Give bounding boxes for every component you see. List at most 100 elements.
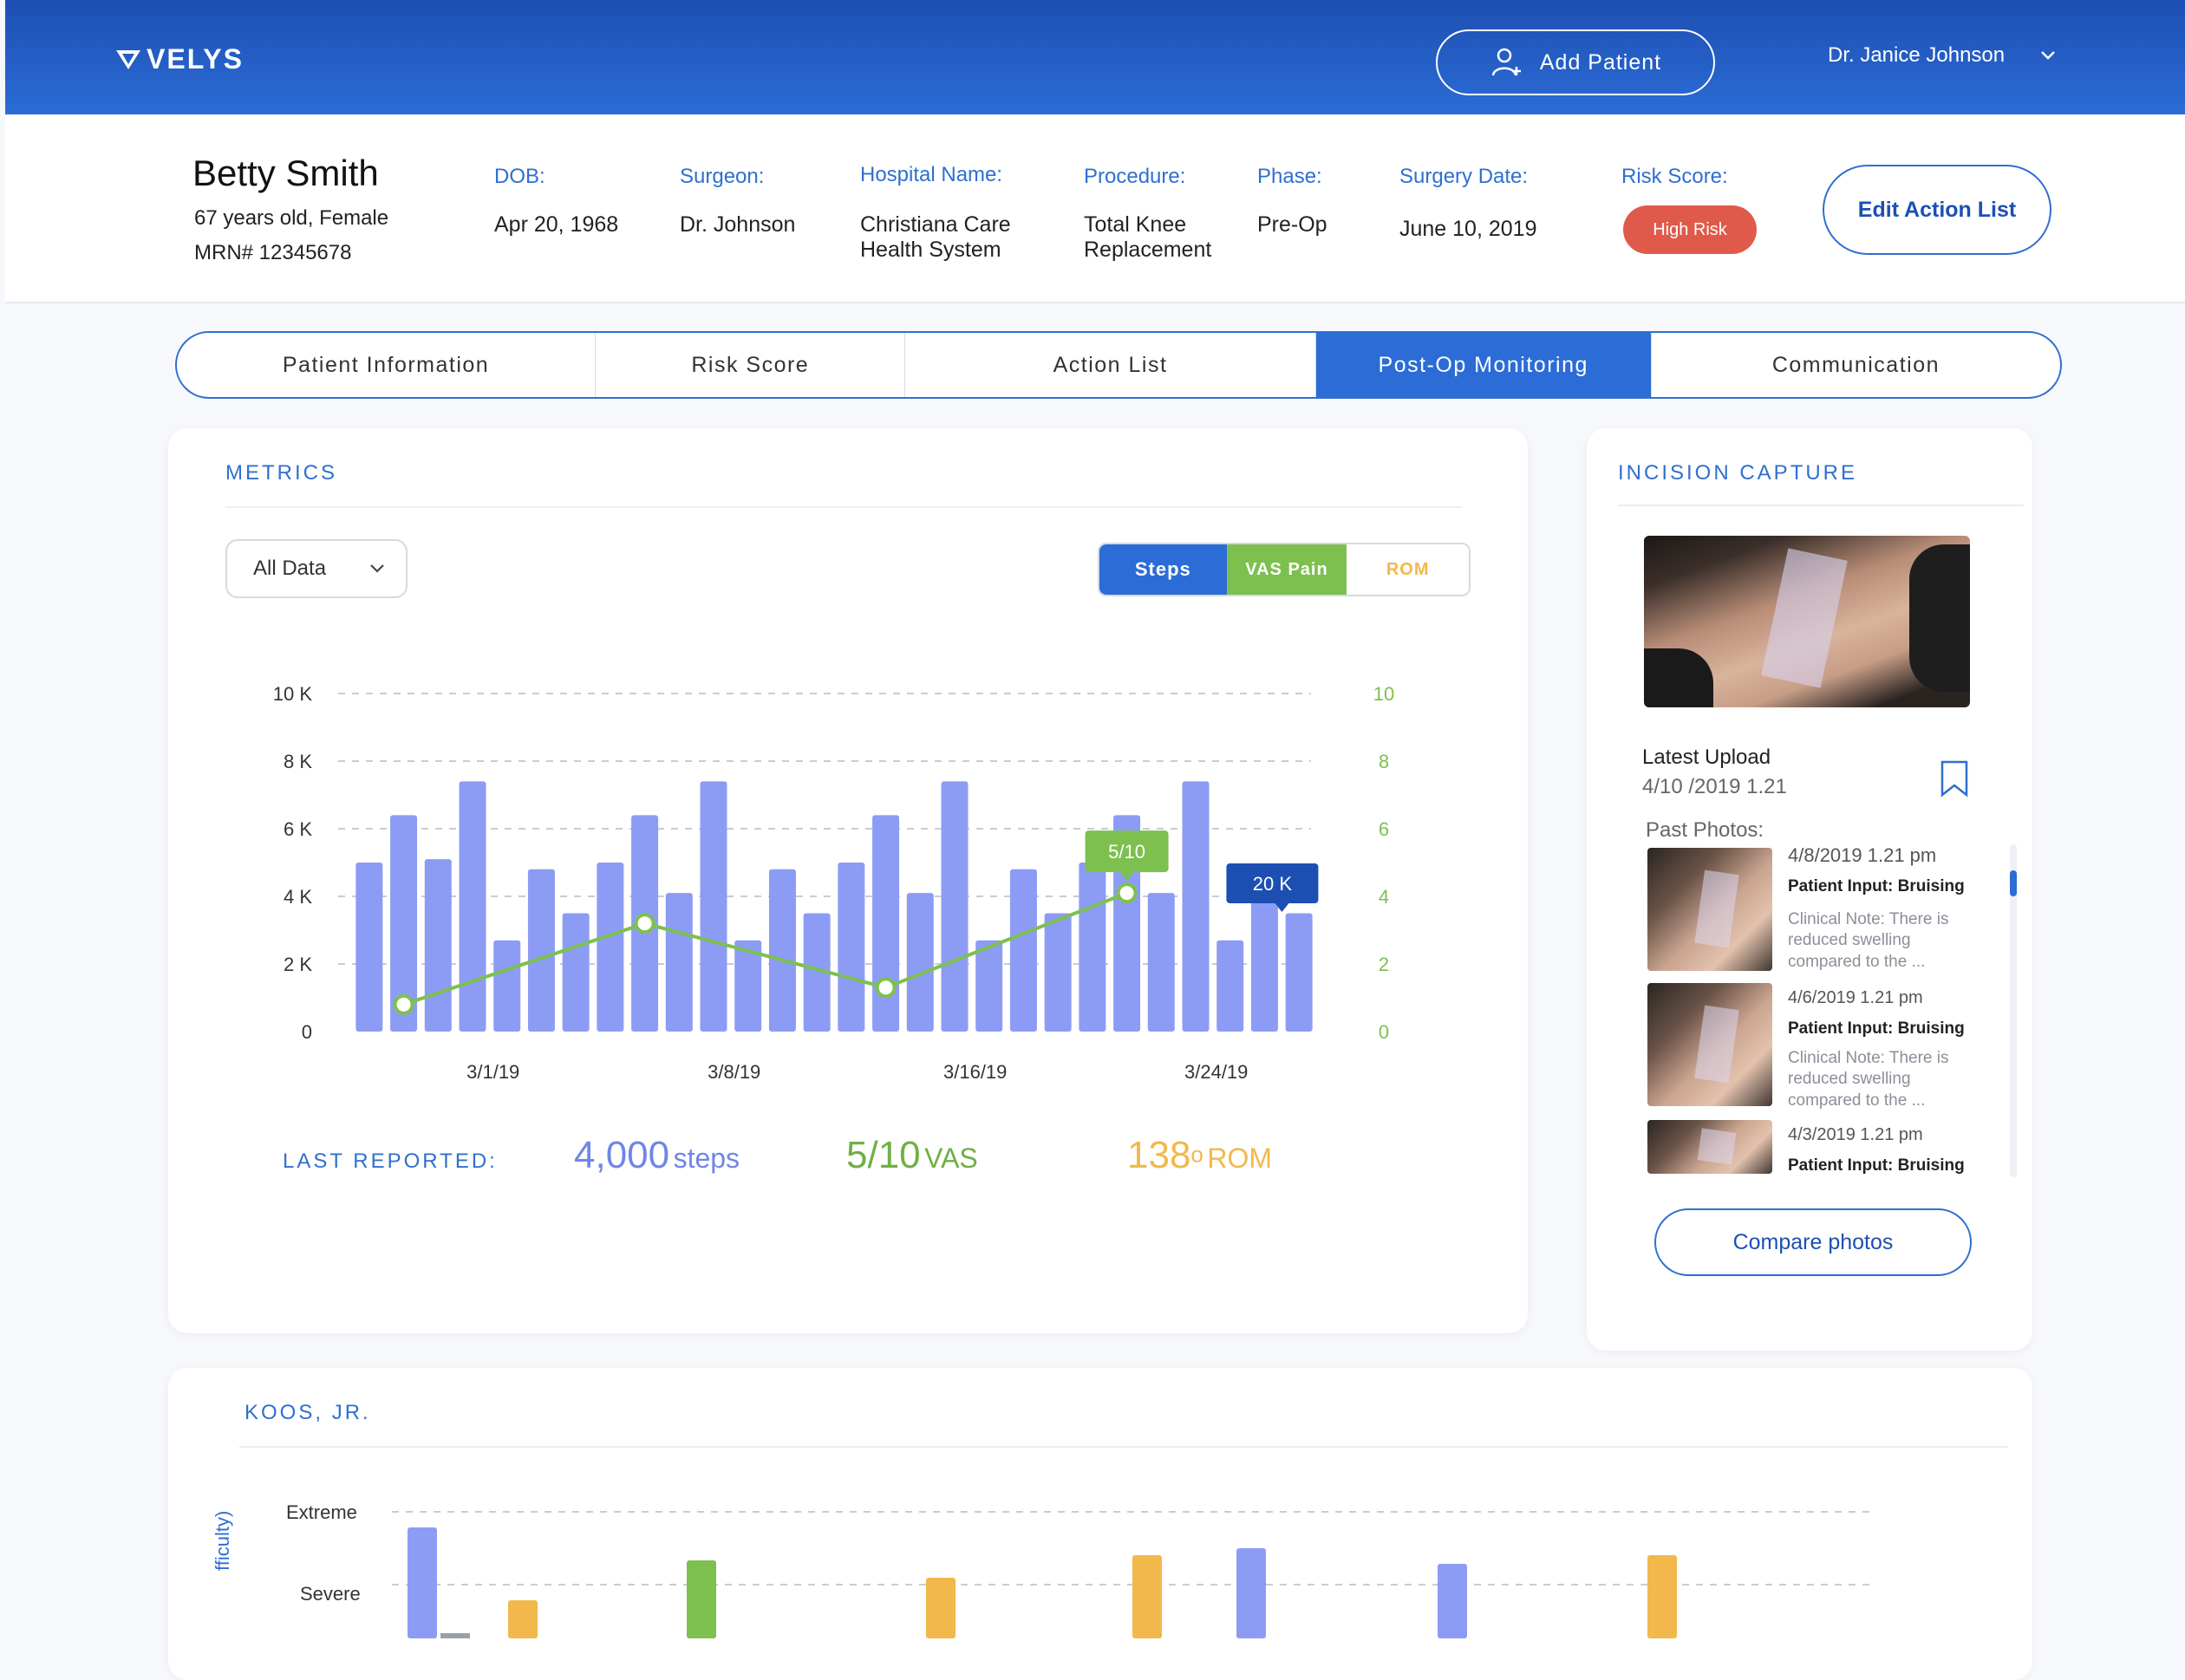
vas-pain-toggle[interactable]: VAS Pain: [1226, 544, 1347, 595]
past-photo-patient-input: Patient Input: Bruising: [1788, 1019, 1965, 1038]
steps-bar: [768, 869, 796, 1032]
logo-text: VELYS: [147, 43, 244, 75]
koos-bar: [1647, 1555, 1677, 1638]
vas-point: [634, 913, 656, 934]
koos-divider: [239, 1446, 2008, 1448]
steps-bar: [1216, 940, 1244, 1032]
hospital-value-line-2: Health System: [860, 238, 1001, 262]
tab-risk-score[interactable]: Risk Score: [596, 333, 906, 397]
steps-bar: [1079, 863, 1106, 1032]
steps-bar: [459, 781, 486, 1032]
koos-bar: [1438, 1564, 1467, 1638]
vas-point: [875, 977, 897, 999]
past-photo-thumbnail[interactable]: [1647, 848, 1772, 971]
degree-symbol: o: [1190, 1141, 1203, 1168]
past-photos-scrollbar[interactable]: [2010, 844, 2017, 1177]
patient-mrn: MRN# 12345678: [194, 241, 352, 264]
past-photo-date: 4/6/2019 1.21 pm: [1788, 988, 1923, 1007]
steps-bar: [424, 859, 452, 1032]
koos-bar: [408, 1527, 437, 1638]
koos-bar: [687, 1560, 716, 1638]
hospital-label: Hospital Name:: [860, 163, 1003, 186]
x-axis-tick-label: 3/24/19: [1184, 1061, 1248, 1083]
tab-action-list[interactable]: Action List: [905, 333, 1316, 397]
steps-bar: [1044, 913, 1072, 1032]
koos-y-label-extreme: Extreme: [286, 1501, 357, 1523]
dob-label: DOB:: [494, 165, 545, 188]
last-steps-reading: 4,000 steps: [574, 1134, 740, 1177]
edit-action-list-button[interactable]: Edit Action List: [1823, 165, 2051, 255]
surgery-date-label: Surgery Date:: [1399, 165, 1529, 188]
phase-value: Pre-Op: [1257, 212, 1327, 237]
past-photo-clinical-note-line-2: reduced swelling: [1788, 931, 1911, 949]
y-axis-tick-label: 6 K: [284, 818, 312, 840]
steps-bar: [941, 781, 969, 1032]
last-reported-label: LAST REPORTED:: [283, 1149, 498, 1173]
past-photo-clinical-note-line-3: compared to the ...: [1788, 953, 1926, 971]
steps-bar: [975, 940, 1003, 1032]
procedure-value-line-1: Total Knee: [1084, 212, 1187, 237]
right-axis-tick-label: 8: [1379, 751, 1389, 772]
y-axis-tick-label: 2 K: [284, 954, 312, 975]
tab-post-op-monitoring[interactable]: Post-Op Monitoring: [1315, 333, 1652, 397]
right-axis-tick-label: 0: [1379, 1021, 1389, 1043]
patient-name: Betty Smith: [192, 153, 379, 193]
steps-tooltip-label: 20 K: [1253, 873, 1293, 895]
koos-bar: [1236, 1548, 1266, 1638]
add-patient-label: Add Patient: [1539, 49, 1662, 75]
steps-bar: [527, 869, 555, 1032]
right-axis-tick-label: 6: [1379, 818, 1389, 840]
koos-y-axis-title: fficulty): [212, 1510, 233, 1571]
past-photo-thumbnail[interactable]: [1647, 1120, 1772, 1174]
velys-logo[interactable]: VELYS: [115, 43, 244, 75]
past-photo-date: 4/3/2019 1.21 pm: [1788, 1125, 1923, 1144]
past-photo-clinical-note-line-2: reduced swelling: [1788, 1070, 1911, 1088]
steps-toggle[interactable]: Steps: [1099, 544, 1227, 595]
last-rom-value: 138: [1127, 1134, 1191, 1176]
right-axis-tick-label: 2: [1379, 954, 1389, 975]
steps-vas-chart: 0 0 2 K 2 4 K 4 6 K 6 8 K 8 10 K 10 3/1/19 3/8/19 3/16…: [273, 683, 1395, 1083]
past-photo-patient-input: Patient Input: Bruising: [1788, 1156, 1965, 1175]
surgeon-label: Surgeon:: [680, 165, 765, 188]
steps-bar: [1285, 913, 1313, 1032]
user-name: Dr. Janice Johnson: [1828, 43, 2006, 67]
velys-logo-icon: [116, 49, 140, 69]
user-menu[interactable]: Dr. Janice Johnson: [1828, 43, 2057, 68]
tab-patient-information[interactable]: Patient Information: [177, 333, 597, 397]
latest-incision-photo[interactable]: [1644, 536, 1970, 707]
dob-value: Apr 20, 1968: [494, 212, 619, 237]
past-photo-clinical-note-line-1: Clinical Note: There is: [1788, 910, 1949, 928]
add-patient-button[interactable]: Add Patient: [1436, 29, 1715, 95]
past-photo-thumbnail[interactable]: [1647, 983, 1772, 1106]
steps-bar: [1250, 896, 1278, 1032]
procedure-value-line-2: Replacement: [1084, 238, 1212, 262]
koos-jr-chart: [392, 1511, 1873, 1638]
steps-bar: [838, 863, 865, 1032]
steps-bar: [906, 893, 934, 1032]
scrollbar-thumb[interactable]: [2010, 870, 2017, 896]
data-filter-dropdown[interactable]: All Data: [225, 539, 408, 598]
past-photos-label: Past Photos:: [1646, 818, 1764, 842]
chevron-down-icon: [2041, 51, 2056, 60]
x-axis-tick-label: 3/16/19: [943, 1061, 1007, 1083]
vas-point: [1116, 882, 1138, 904]
steps-bar: [493, 940, 521, 1032]
koos-bar: [440, 1633, 470, 1638]
y-axis-tick-label: 4 K: [284, 886, 312, 908]
rom-toggle[interactable]: ROM: [1347, 544, 1469, 595]
koos-jr-title: KOOS, JR.: [245, 1401, 371, 1424]
bookmark-icon[interactable]: [1939, 759, 1970, 798]
tab-communication[interactable]: Communication: [1652, 333, 2060, 397]
steps-bar: [872, 815, 900, 1032]
data-filter-value: All Data: [253, 557, 327, 580]
chevron-down-icon: [370, 564, 384, 573]
compare-photos-button[interactable]: Compare photos: [1654, 1208, 1972, 1276]
vas-point: [393, 993, 414, 1015]
last-steps-unit: steps: [673, 1143, 740, 1174]
x-axis-tick-label: 3/1/19: [466, 1061, 519, 1083]
metric-toggle-group: Steps VAS Pain ROM: [1098, 543, 1471, 596]
incision-divider: [1618, 505, 2024, 506]
last-vas-value: 5/10: [846, 1134, 921, 1176]
procedure-label: Procedure:: [1084, 165, 1186, 188]
koos-bar: [926, 1578, 956, 1638]
